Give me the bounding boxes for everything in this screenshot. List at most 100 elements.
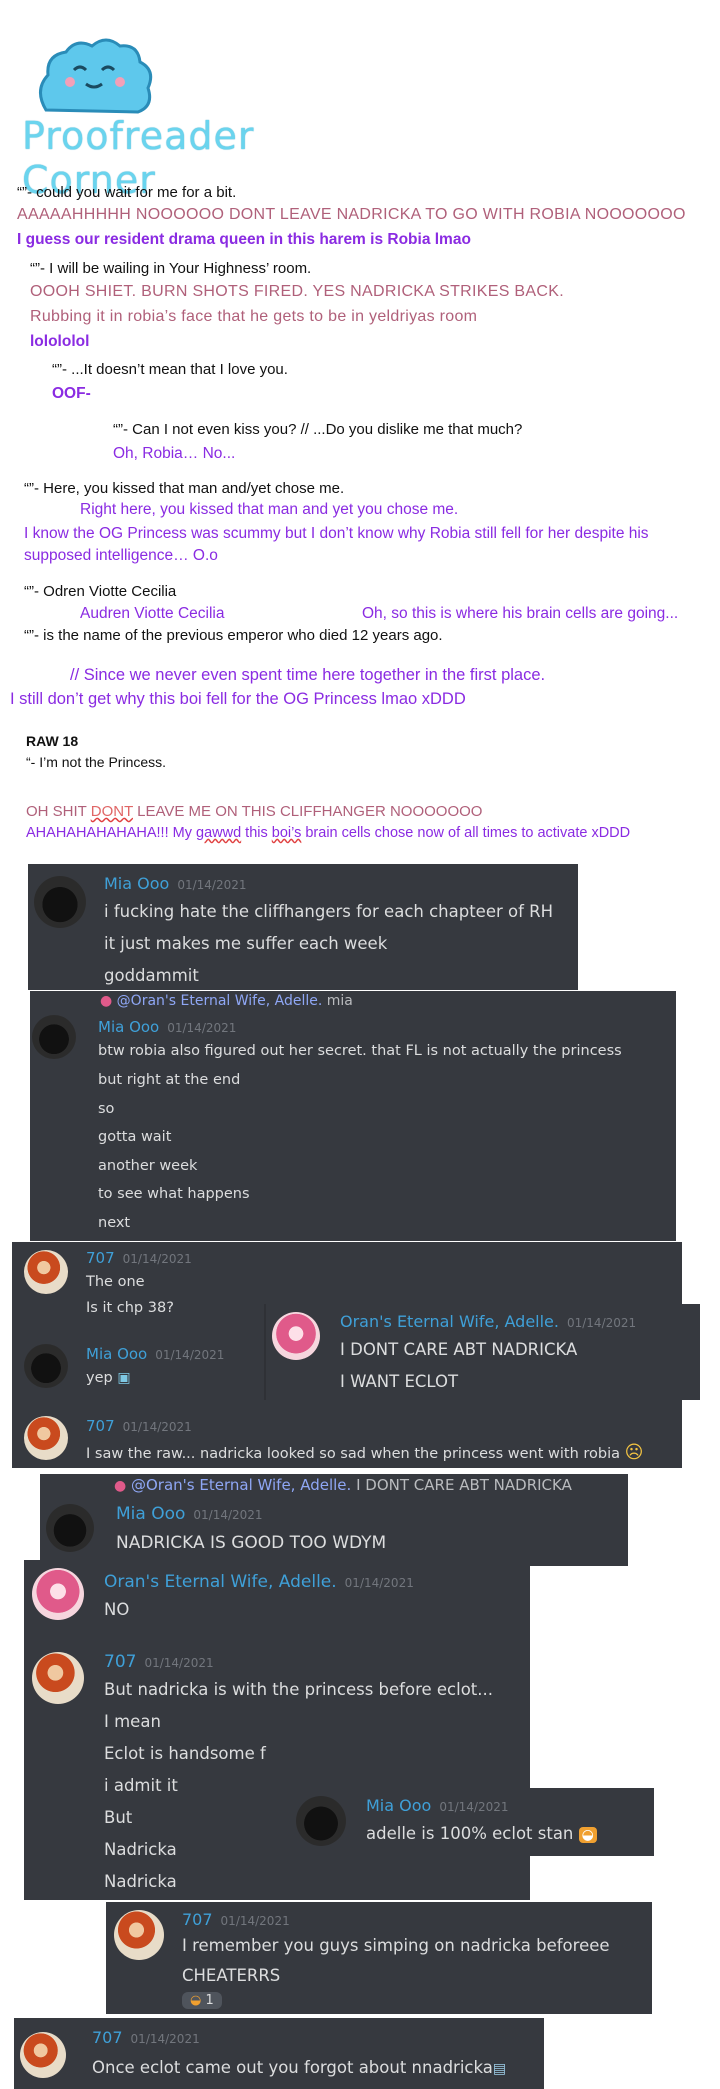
reply-avatar-icon: ●: [114, 1478, 127, 1494]
message-text: gotta wait: [98, 1129, 172, 1145]
line-16b: Oh, so this is where his brain cells are…: [362, 605, 679, 622]
username[interactable]: Mia Ooo: [98, 1018, 159, 1036]
line-2: AAAAAHHHHH NOOOOOO DONT LEAVE NADRICKA T…: [17, 206, 686, 223]
avatar: [24, 1344, 68, 1388]
line-22-c: this: [241, 825, 272, 841]
timestamp: 01/14/2021: [144, 1656, 214, 1670]
avatar: [34, 876, 86, 928]
bread-emoji-icon: ◒: [578, 1827, 597, 1843]
username[interactable]: Mia Ooo: [104, 874, 169, 893]
message-text: CHEATERRS: [182, 1966, 281, 1985]
timestamp: 01/14/2021: [167, 1021, 237, 1035]
line-6: Rubbing it in robia’s face that he gets …: [30, 308, 478, 325]
username[interactable]: 707: [104, 1652, 136, 1672]
message-text: goddammit: [104, 966, 199, 985]
line-12: “”- Here, you kissed that man and/yet ch…: [24, 480, 345, 497]
chat-message-2: ● @Oran's Eternal Wife, Adelle. mia Mia …: [30, 991, 676, 1241]
timestamp: 01/14/2021: [130, 2032, 200, 2046]
message-text: I DONT CARE ABT NADRICKA: [340, 1340, 578, 1359]
chat-message-12: 707 01/14/2021 Once eclot came out you fo…: [14, 2018, 544, 2089]
reply-mention: @Oran's Eternal Wife, Adelle.: [131, 1476, 352, 1494]
message-text: I saw the raw... nadricka looked so sad …: [86, 1442, 643, 1463]
bread-emoji-icon: ◒: [190, 1993, 202, 2008]
chat-message-11: 707 01/14/2021 I remember you guys simpin…: [106, 1902, 652, 2014]
message-text: adelle is 100% eclot stan ◒: [366, 1824, 597, 1843]
chat-message-10: Mia Ooo 01/14/2021 adelle is 100% eclot s…: [290, 1788, 654, 1856]
username[interactable]: Mia Ooo: [86, 1345, 147, 1363]
tissue-box-emoji-icon: ▤: [492, 2061, 507, 2077]
message-text: Is it chp 38?: [86, 1300, 174, 1316]
message-text: But nadricka is with the princess before…: [104, 1680, 494, 1699]
line-14a: I know the OG Princess was scummy but I …: [24, 525, 649, 542]
chat-message-4: Oran's Eternal Wife, Adelle. 01/14/2021 I…: [264, 1304, 700, 1400]
timestamp: 01/14/2021: [193, 1508, 263, 1522]
avatar: [20, 2032, 66, 2078]
message-text-body: Once eclot came out you forgot about nna…: [92, 2058, 493, 2077]
reaction-badge[interactable]: ◒ 1: [182, 1992, 222, 2009]
timestamp: 01/14/2021: [439, 1800, 509, 1814]
message-text: I mean: [104, 1712, 161, 1731]
line-16a: Audren Viotte Cecilia: [80, 605, 225, 622]
line-22: AHAHAHAHAHAHA!!! My gawwd this boi’s bra…: [26, 825, 630, 841]
line-3: I guess our resident drama queen in this…: [17, 231, 471, 248]
line-5: OOOH SHIET. BURN SHOTS FIRED. YES NADRIC…: [30, 283, 564, 300]
username[interactable]: 707: [92, 2028, 123, 2047]
timestamp: 01/14/2021: [344, 1576, 414, 1590]
avatar: [24, 1416, 68, 1460]
line-21: OH SHIT DONT LEAVE ME ON THIS CLIFFHANGE…: [26, 803, 482, 820]
username[interactable]: Mia Ooo: [116, 1504, 185, 1524]
message-text: I remember you guys simping on nadricka …: [182, 1936, 610, 1955]
avatar: [24, 1250, 68, 1294]
line-20: “- I’m not the Princess.: [26, 754, 167, 770]
reply-avatar-icon: ●: [100, 993, 113, 1009]
message-text: Nadricka: [104, 1840, 177, 1859]
message-text: Eclot is handsome f: [104, 1744, 266, 1763]
message-text: Nadricka: [104, 1872, 177, 1891]
line-4: “”- I will be wailing in Your Highness’ …: [30, 260, 312, 277]
timestamp: 01/14/2021: [177, 878, 247, 892]
reply-mention: @Oran's Eternal Wife, Adelle.: [116, 993, 323, 1009]
username[interactable]: 707: [86, 1249, 115, 1267]
line-17: “”- is the name of the previous emperor …: [24, 627, 443, 644]
line-14b: supposed intelligence… O.o: [24, 547, 218, 564]
line-10: “”- Can I not even kiss you? // ...Do yo…: [113, 421, 523, 438]
timestamp: 01/14/2021: [566, 1316, 637, 1330]
message-text: I WANT ECLOT: [340, 1372, 459, 1391]
line-21-c: LEAVE ME ON THIS CLIFFHANGER NOOOOOOO: [132, 803, 483, 820]
avatar: [32, 1015, 76, 1059]
username[interactable]: 707: [182, 1910, 213, 1929]
line-18: // Since we never even spent time here t…: [70, 666, 546, 684]
avatar: [32, 1652, 84, 1704]
reaction-count: 1: [205, 1993, 214, 2008]
message-text: so: [98, 1101, 115, 1117]
username[interactable]: 707: [86, 1417, 115, 1435]
shirt-emoji-icon: ▣: [117, 1370, 131, 1386]
line-9: OOF-: [52, 385, 91, 402]
timestamp: 01/14/2021: [155, 1348, 225, 1362]
avatar: [296, 1796, 346, 1846]
line-22-e: brain cells chose now of all times to ac…: [301, 825, 631, 841]
avatar: [114, 1910, 164, 1960]
reply-preview[interactable]: ● @Oran's Eternal Wife, Adelle. mia: [100, 993, 353, 1009]
message-text: i admit it: [104, 1776, 178, 1795]
message-text-body: I saw the raw... nadricka looked so sad …: [86, 1446, 621, 1462]
reply-preview[interactable]: ● @Oran's Eternal Wife, Adelle. I DONT C…: [114, 1476, 572, 1494]
line-19: I still don’t get why this boi fell for …: [10, 690, 466, 708]
username[interactable]: Mia Ooo: [366, 1796, 431, 1815]
line-22-b: gawwd: [196, 825, 242, 841]
avatar: [46, 1504, 94, 1552]
logo: Proofreader Corner: [18, 30, 378, 202]
avatar: [272, 1312, 320, 1360]
message-text: btw robia also figured out her secret. t…: [98, 1043, 622, 1059]
chat-message-7: ● @Oran's Eternal Wife, Adelle. I DONT C…: [40, 1474, 628, 1566]
message-text: another week: [98, 1158, 198, 1174]
username[interactable]: Oran's Eternal Wife, Adelle.: [340, 1312, 559, 1331]
message-text: i fucking hate the cliffhangers for each…: [104, 902, 554, 921]
line-15: “”- Odren Viotte Cecilia: [24, 583, 177, 600]
message-text-body: adelle is 100% eclot stan: [366, 1824, 574, 1843]
message-text: But: [104, 1808, 133, 1827]
message-text: Once eclot came out you forgot about nna…: [92, 2058, 506, 2077]
message-text: The one: [86, 1274, 145, 1290]
username[interactable]: Oran's Eternal Wife, Adelle.: [104, 1572, 337, 1592]
chat-message-6: 707 01/14/2021 I saw the raw... nadricka …: [12, 1404, 682, 1468]
